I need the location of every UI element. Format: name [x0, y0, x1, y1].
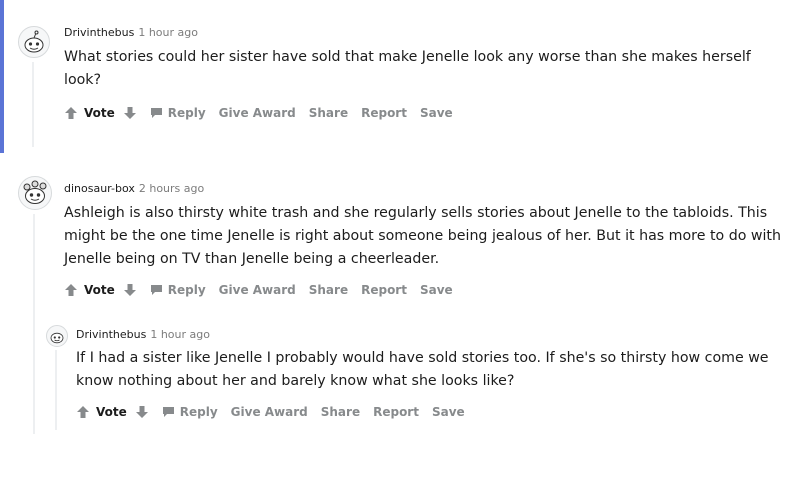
share-button[interactable]: Share — [309, 283, 348, 297]
comment-body: What stories could her sister have sold … — [64, 49, 751, 88]
reply-label: Reply — [167, 283, 206, 297]
comment-body: If I had a sister like Jenelle I probabl… — [76, 350, 769, 389]
avatar[interactable] — [46, 325, 68, 347]
downvote-icon[interactable] — [123, 283, 137, 297]
thread-line[interactable] — [33, 214, 35, 434]
thread-line[interactable] — [32, 62, 34, 147]
snoo-avatar-icon — [23, 180, 47, 204]
comment-actions: Vote Reply Give Award Share Report Save — [64, 283, 466, 297]
give-award-button[interactable]: Give Award — [219, 283, 296, 297]
comment-meta: dinosaur-box 2 hours ago — [64, 182, 204, 195]
downvote-icon[interactable] — [135, 405, 149, 419]
comment-meta: Drivinthebus 1 hour ago — [64, 26, 198, 39]
report-button[interactable]: Report — [373, 405, 419, 419]
comment-actions: Vote Reply Give Award Share Report Save — [64, 106, 466, 120]
comment-actions: Vote Reply Give Award Share Report Save — [76, 405, 478, 419]
avatar[interactable] — [18, 176, 52, 210]
share-button[interactable]: Share — [321, 405, 360, 419]
snoo-avatar-icon — [24, 30, 44, 53]
save-button[interactable]: Save — [420, 106, 453, 120]
share-button[interactable]: Share — [309, 106, 348, 120]
reply-button[interactable]: Reply — [150, 283, 206, 297]
comment-icon — [150, 108, 162, 118]
comment-icon — [150, 285, 162, 295]
timestamp[interactable]: 1 hour ago — [150, 328, 210, 341]
downvote-icon[interactable] — [123, 106, 137, 120]
timestamp[interactable]: 1 hour ago — [138, 26, 198, 39]
upvote-icon[interactable] — [64, 106, 78, 120]
reply-button[interactable]: Reply — [150, 106, 206, 120]
vote-label: Vote — [96, 405, 127, 419]
save-button[interactable]: Save — [432, 405, 465, 419]
author-name[interactable]: dinosaur-box — [64, 182, 135, 195]
reply-button[interactable]: Reply — [162, 405, 218, 419]
author-name[interactable]: Drivinthebus — [64, 26, 134, 39]
give-award-button[interactable]: Give Award — [231, 405, 308, 419]
author-name[interactable]: Drivinthebus — [76, 328, 146, 341]
comment-body: Ashleigh is also thirsty white trash and… — [64, 205, 781, 267]
timestamp[interactable]: 2 hours ago — [139, 182, 204, 195]
avatar[interactable] — [18, 26, 50, 58]
vote-label: Vote — [84, 283, 115, 297]
thread-line[interactable] — [55, 350, 57, 430]
comment-meta: Drivinthebus 1 hour ago — [76, 328, 210, 341]
comment-icon — [162, 407, 174, 417]
report-button[interactable]: Report — [361, 283, 407, 297]
upvote-icon[interactable] — [76, 405, 90, 419]
give-award-button[interactable]: Give Award — [219, 106, 296, 120]
report-button[interactable]: Report — [361, 106, 407, 120]
reply-label: Reply — [179, 405, 218, 419]
snoo-avatar-icon — [50, 332, 64, 344]
save-button[interactable]: Save — [420, 283, 453, 297]
reply-label: Reply — [167, 106, 206, 120]
upvote-icon[interactable] — [64, 283, 78, 297]
highlight-bar — [0, 0, 4, 153]
vote-label: Vote — [84, 106, 115, 120]
